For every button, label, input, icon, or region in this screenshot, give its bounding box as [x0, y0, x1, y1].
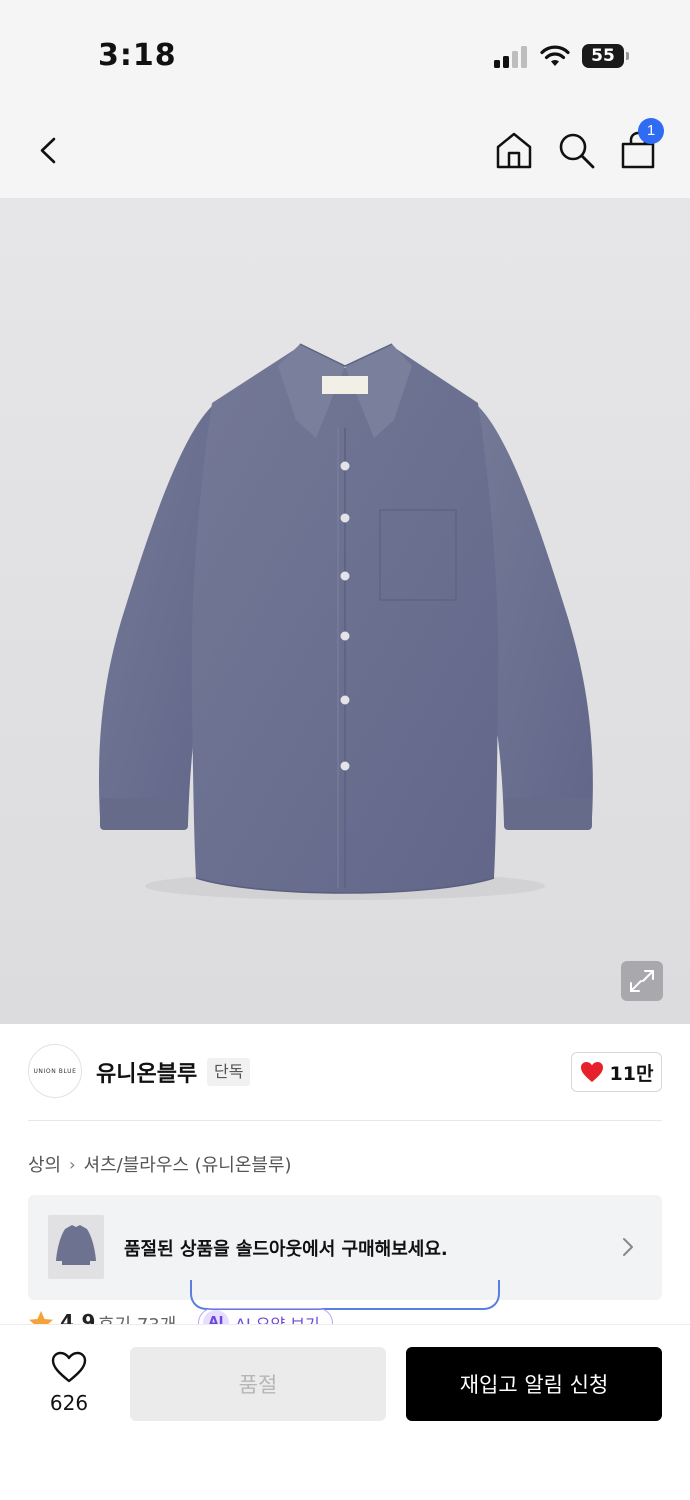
product-image[interactable] [0, 198, 690, 1024]
shirt-illustration [98, 343, 593, 900]
heart-icon [580, 1062, 603, 1082]
back-button[interactable] [30, 130, 70, 170]
back-icon [40, 137, 56, 164]
brand-row: UNION BLUE 유니온블루 단독 11만 [0, 1024, 690, 1120]
brand-like-button[interactable]: 11만 [571, 1052, 662, 1092]
home-icon [496, 132, 532, 169]
search-button[interactable] [556, 130, 596, 170]
expand-icon [630, 970, 654, 992]
battery-level: 55 [591, 46, 615, 66]
search-icon [559, 133, 595, 169]
battery-tip [626, 52, 629, 60]
brand-like-count: 11만 [609, 1062, 654, 1085]
rating-row: 4.9 후기 73개 AI AI 요약 보기 [28, 1306, 668, 1326]
brand-name[interactable]: 유니온블루 [96, 1056, 197, 1088]
breadcrumb: 상의 › 셔츠/블라우스 (유니온블루) [28, 1150, 292, 1178]
exclusive-tag: 단독 [207, 1058, 251, 1086]
wifi-icon [540, 45, 570, 66]
shirt-thumbnail-image [56, 1225, 96, 1265]
soldout-banner-text: 품절된 상품을 솔드아웃에서 구매해보세요. [124, 1239, 448, 1260]
cellular-signal-icon [494, 46, 527, 68]
brand-logo[interactable]: UNION BLUE [28, 1044, 82, 1098]
soldout-button[interactable]: 품절 [130, 1347, 386, 1421]
breadcrumb-separator-icon: › [69, 1154, 76, 1174]
bottom-action-bar: 626 품절 재입고 알림 신청 [0, 1324, 690, 1500]
heart-outline-icon [51, 1351, 87, 1383]
wishlist-count: 626 [49, 1391, 89, 1415]
breadcrumb-category[interactable]: 상의 [28, 1151, 61, 1177]
status-bar: 3:18 55 [0, 0, 690, 100]
soldout-thumbnail [48, 1215, 104, 1279]
expand-image-button[interactable] [621, 961, 663, 1001]
home-button[interactable] [494, 130, 534, 170]
cart-button[interactable]: 1 [618, 118, 664, 170]
divider [28, 1120, 662, 1121]
wishlist-button[interactable]: 626 [40, 1349, 98, 1419]
top-nav: 1 [0, 100, 690, 198]
cart-count-badge: 1 [638, 118, 664, 144]
battery-indicator: 55 [582, 44, 630, 68]
restock-alert-button[interactable]: 재입고 알림 신청 [406, 1347, 662, 1421]
breadcrumb-subcategory[interactable]: 셔츠/블라우스 (유니온블루) [84, 1151, 292, 1177]
chevron-right-icon [623, 1238, 633, 1256]
status-time: 3:18 [98, 38, 177, 73]
